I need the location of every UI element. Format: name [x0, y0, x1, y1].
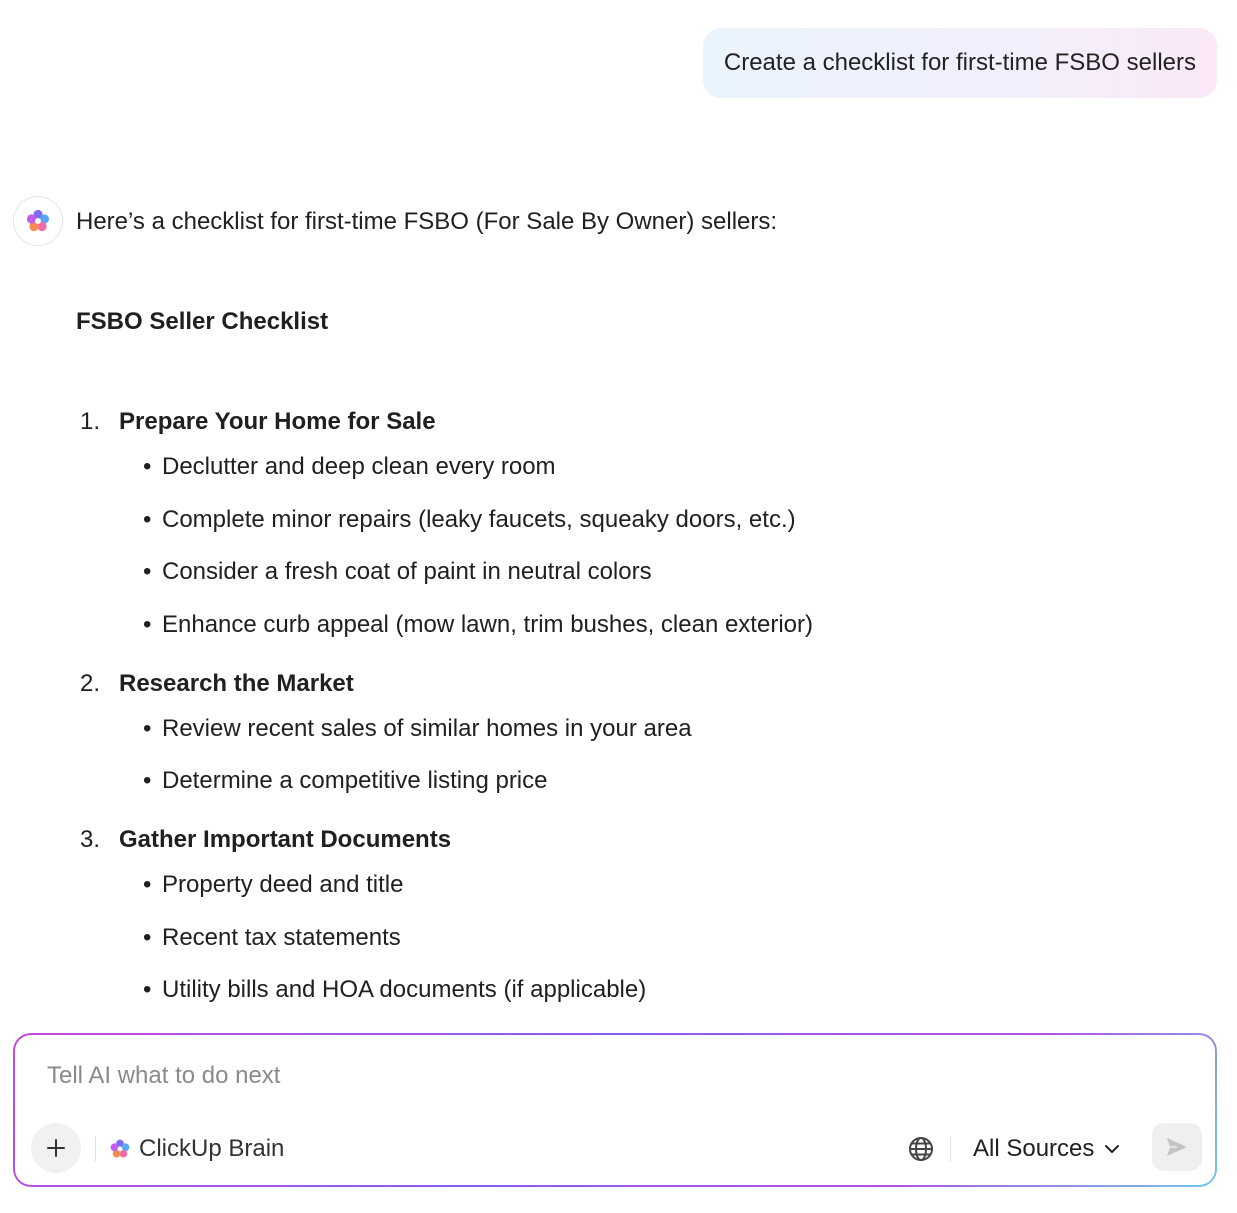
list-item-text: Declutter and deep clean every room [162, 453, 556, 480]
toolbar-divider [95, 1136, 96, 1162]
composer-body: ClickUp Brain All Sources [15, 1035, 1215, 1185]
list-item-text: Consider a fresh coat of paint in neutra… [162, 558, 652, 585]
globe-icon[interactable] [907, 1135, 935, 1163]
user-message-bubble: Create a checklist for first-time FSBO s… [702, 28, 1217, 98]
section-heading: Prepare Your Home for Sale [119, 408, 436, 435]
bullet-icon: • [143, 976, 152, 1003]
brain-label: ClickUp Brain [139, 1135, 285, 1162]
bullet-icon: • [143, 714, 152, 742]
bullet-icon: • [143, 453, 152, 480]
clickup-brain-selector[interactable]: ClickUp Brain [109, 1132, 284, 1166]
section-number: 1. [80, 408, 101, 435]
chevron-down-icon [1105, 1145, 1120, 1153]
list-item: • Recent tax statements [143, 922, 1196, 954]
user-message-text: Create a checklist for first-time FSBO s… [723, 49, 1196, 76]
bullet-icon: • [143, 610, 152, 638]
section-heading: Gather Important Documents [119, 826, 452, 853]
checklist-section: 2. Research the Market • Review recent sa… [76, 668, 1196, 798]
assistant-intro: Here’s a checklist for first-time FSBO (… [76, 208, 778, 235]
section-items: • Review recent sales of similar homes in… [143, 713, 1196, 798]
list-item-text: Utility bills and HOA documents (if appl… [162, 976, 647, 1003]
clickup-brain-icon [26, 209, 50, 232]
section-items: • Declutter and deep clean every room • Co… [143, 451, 1196, 641]
list-item: • Property deed and title [143, 869, 1196, 901]
assistant-message: Here’s a checklist for first-time FSBO (… [76, 206, 1196, 1006]
ai-chat-page: Create a checklist for first-time FSBO s… [0, 0, 1237, 1213]
list-item-text: Enhance curb appeal (mow lawn, trim bush… [162, 610, 813, 638]
checklist-section: 1. Prepare Your Home for Sale • Declutter… [76, 406, 1196, 641]
sources-label: All Sources [973, 1135, 1095, 1162]
list-item-text: Recent tax statements [162, 923, 401, 951]
section-items: • Property deed and title • Recent tax sta… [143, 869, 1196, 1006]
bullet-icon: • [143, 505, 152, 533]
section-number: 2. [80, 669, 101, 697]
list-item-text: Review recent sales of similar homes in … [162, 714, 692, 742]
checklist-title: FSBO Seller Checklist [76, 308, 329, 335]
list-item-text: Determine a competitive listing price [162, 767, 548, 794]
add-attachment-button[interactable] [31, 1123, 81, 1173]
checklist-section: 3. Gather Important Documents • Property … [76, 824, 1196, 1006]
section-heading-row: 2. Research the Market [76, 668, 1196, 700]
list-item: • Determine a competitive listing price [143, 765, 1196, 797]
list-item: • Enhance curb appeal (mow lawn, trim bus… [143, 609, 1196, 641]
assistant-avatar [13, 196, 63, 246]
section-heading-row: 1. Prepare Your Home for Sale [76, 406, 1196, 438]
plus-icon [47, 1139, 65, 1157]
send-icon [1167, 1138, 1187, 1156]
list-item-text: Complete minor repairs (leaky faucets, s… [162, 505, 796, 533]
bullet-icon: • [143, 767, 152, 794]
bullet-icon: • [143, 558, 152, 585]
toolbar-divider [950, 1136, 951, 1162]
bullet-icon: • [143, 923, 152, 951]
list-item: • Review recent sales of similar homes in… [143, 713, 1196, 745]
section-number: 3. [80, 826, 101, 853]
list-item: • Declutter and deep clean every room [143, 451, 1196, 483]
section-heading-row: 3. Gather Important Documents [76, 824, 1196, 856]
list-item: • Consider a fresh coat of paint in neutr… [143, 556, 1196, 588]
list-item: • Complete minor repairs (leaky faucets, … [143, 504, 1196, 536]
bullet-icon: • [143, 871, 152, 898]
list-item-text: Property deed and title [162, 871, 404, 898]
clickup-brain-icon [110, 1139, 130, 1158]
section-heading: Research the Market [119, 669, 354, 697]
prompt-input[interactable] [47, 1059, 1147, 1093]
ai-composer: ClickUp Brain All Sources [13, 1033, 1217, 1187]
sources-dropdown[interactable]: All Sources [973, 1132, 1120, 1166]
send-button[interactable] [1152, 1123, 1202, 1171]
list-item: • Utility bills and HOA documents (if app… [143, 974, 1196, 1006]
